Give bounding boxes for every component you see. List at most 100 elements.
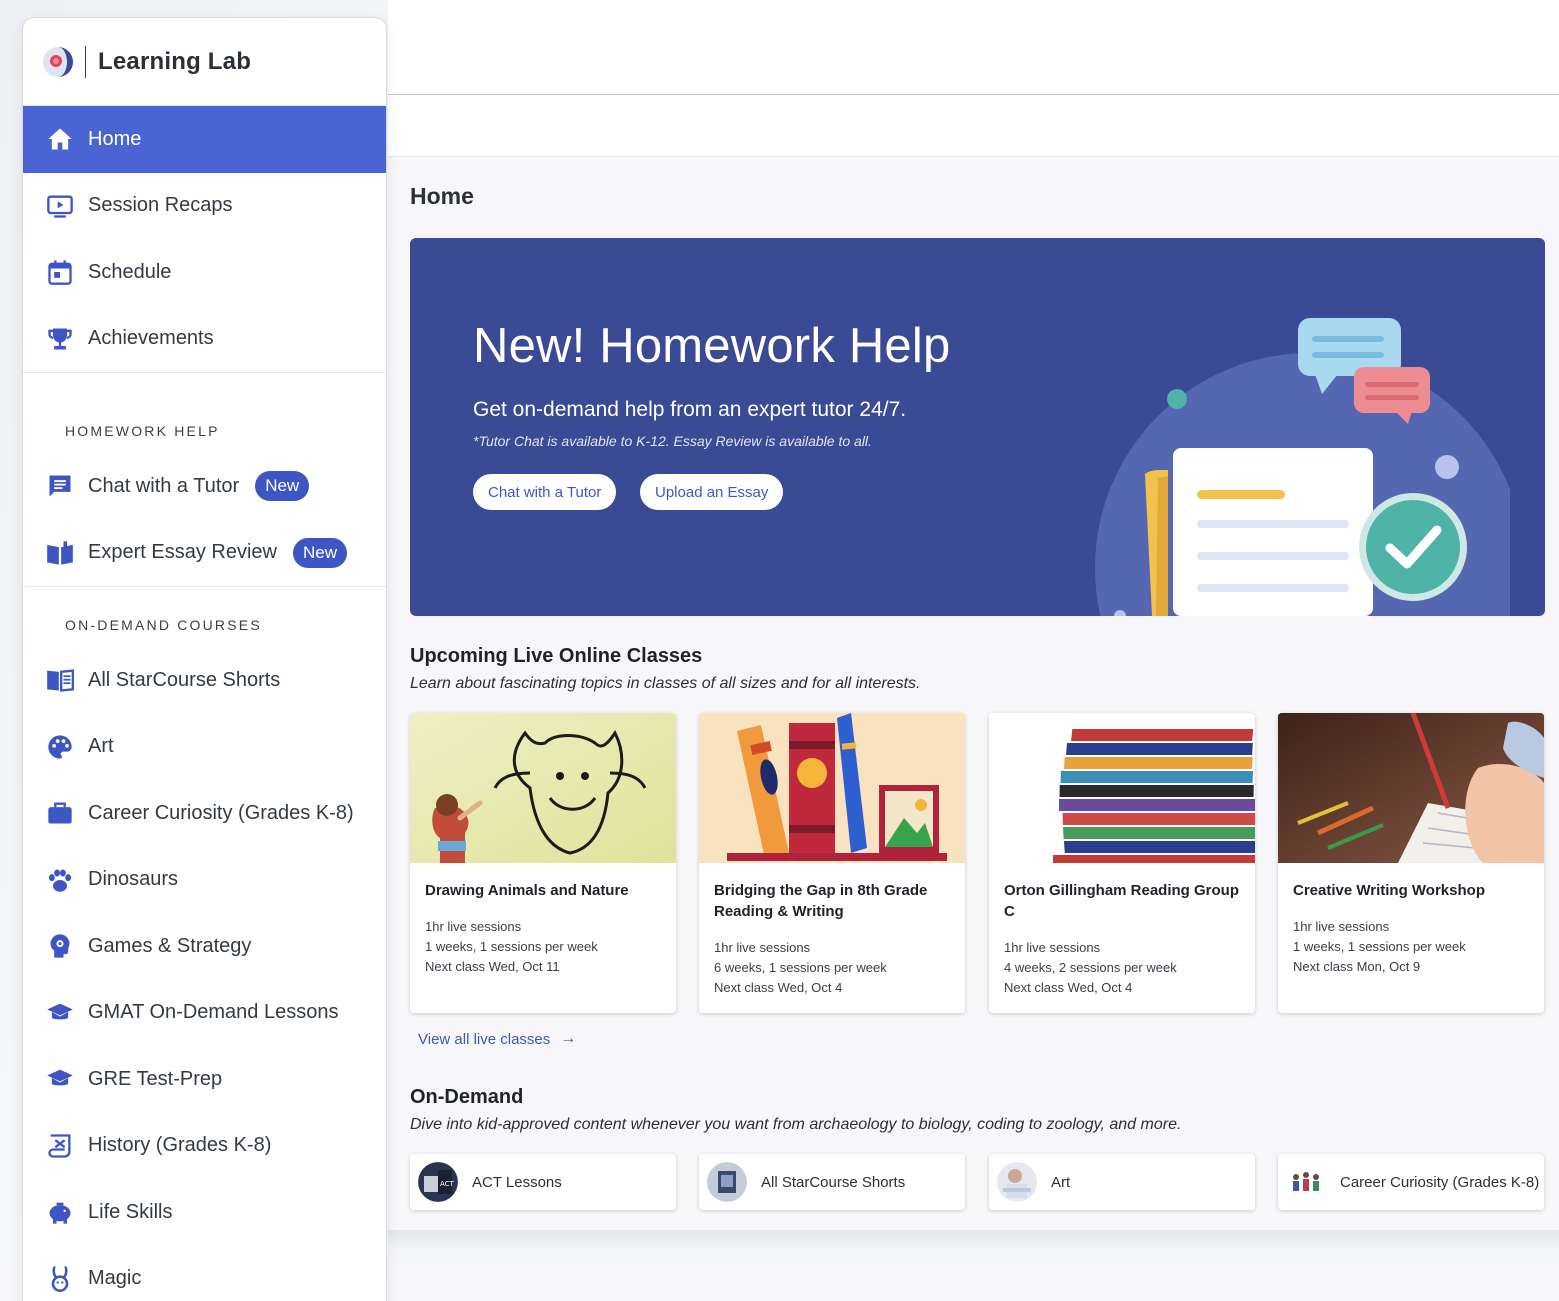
live-classes-description: Learn about fascinating topics in classe… — [410, 675, 921, 692]
class-card[interactable]: Orton Gillingham Reading Group C 1hr liv… — [989, 713, 1255, 1013]
course-label: Art — [1051, 1173, 1071, 1191]
nav-section-header-homework: HOMEWORK HELP — [65, 423, 220, 439]
home-icon — [45, 124, 75, 154]
class-frequency: 4 weeks, 2 sessions per week — [1004, 960, 1177, 975]
sidebar-item-gre[interactable]: GRE Test-Prep — [23, 1046, 386, 1113]
piggy-bank-icon — [45, 1197, 75, 1227]
sidebar-item-games-strategy[interactable]: Games & Strategy — [23, 913, 386, 980]
paw-icon — [45, 865, 75, 895]
sidebar-item-expert-essay-review[interactable]: Expert Essay Review New — [23, 520, 386, 587]
new-badge: New — [292, 537, 347, 568]
class-title: Creative Writing Workshop — [1293, 882, 1485, 899]
sidebar-item-schedule[interactable]: Schedule — [23, 239, 386, 306]
brand-header: Learning Lab — [23, 18, 386, 106]
class-frequency: 1 weeks, 1 sessions per week — [1293, 939, 1466, 954]
sidebar-item-career-curiosity[interactable]: Career Curiosity (Grades K-8) — [23, 780, 386, 847]
class-title: Orton Gillingham Reading Group C — [1004, 882, 1239, 920]
homework-help-banner: New! Homework Help Get on-demand help fr… — [410, 238, 1545, 616]
sidebar-item-achievements[interactable]: Achievements — [23, 306, 386, 373]
class-frequency: 6 weeks, 1 sessions per week — [714, 960, 887, 975]
sidebar-item-life-skills[interactable]: Life Skills — [23, 1179, 386, 1246]
class-next: Next class Wed, Oct 4 — [1004, 980, 1133, 995]
on-demand-card[interactable]: All StarCourse Shorts — [699, 1154, 965, 1210]
view-all-live-classes-link[interactable]: View all live classes → — [418, 1030, 576, 1048]
class-next: Next class Mon, Oct 9 — [1293, 959, 1421, 974]
class-image — [410, 713, 676, 863]
class-image — [1278, 713, 1544, 863]
trophy-icon — [45, 324, 75, 354]
open-book-icon — [45, 538, 75, 568]
on-demand-title: On-Demand — [410, 1086, 524, 1108]
class-image — [699, 713, 965, 863]
class-meta: 1hr live sessions 4 weeks, 2 sessions pe… — [989, 922, 1255, 998]
course-label: All StarCourse Shorts — [761, 1173, 906, 1191]
upload-an-essay-button[interactable]: Upload an Essay — [640, 474, 784, 510]
class-duration: 1hr live sessions — [1293, 919, 1390, 934]
sidebar-item-label: Achievements — [88, 327, 214, 350]
palette-icon — [45, 732, 75, 762]
class-card[interactable]: Creative Writing Workshop 1hr live sessi… — [1278, 713, 1544, 1013]
rabbit-icon — [45, 1264, 75, 1294]
class-meta: 1hr live sessions 1 weeks, 1 sessions pe… — [410, 901, 676, 977]
sidebar-item-art[interactable]: Art — [23, 714, 386, 781]
course-label: Career Curiosity (Grades K-8) — [1340, 1173, 1540, 1191]
sidebar-item-label: Chat with a Tutor — [88, 474, 240, 497]
class-duration: 1hr live sessions — [425, 919, 522, 934]
brand-name: Learning Lab — [98, 47, 252, 75]
sidebar-item-home[interactable]: Home — [23, 106, 386, 173]
class-frequency: 1 weeks, 1 sessions per week — [425, 939, 598, 954]
sidebar-item-label: Magic — [88, 1267, 142, 1290]
sidebar-item-label: GRE Test-Prep — [88, 1067, 223, 1090]
hero-note: *Tutor Chat is available to K-12. Essay … — [473, 433, 872, 449]
svg-text:ACT: ACT — [440, 1180, 455, 1188]
class-next: Next class Wed, Oct 11 — [425, 959, 560, 974]
top-header — [388, 0, 1559, 95]
chat-with-a-tutor-button[interactable]: Chat with a Tutor — [473, 474, 617, 510]
sidebar-item-history[interactable]: History (Grades K-8) — [23, 1113, 386, 1180]
class-card[interactable]: Bridging the Gap in 8th Grade Reading & … — [699, 713, 965, 1013]
class-duration: 1hr live sessions — [714, 940, 811, 955]
sidebar-item-dinosaurs[interactable]: Dinosaurs — [23, 847, 386, 914]
graduation-cap-icon — [45, 998, 75, 1028]
sidebar-item-label: Life Skills — [88, 1200, 173, 1223]
sidebar-item-label: Schedule — [88, 260, 172, 283]
on-demand-card[interactable]: Art — [989, 1154, 1255, 1210]
class-title: Drawing Animals and Nature — [425, 882, 629, 899]
class-image — [989, 713, 1255, 863]
sidebar-item-label: Session Recaps — [88, 194, 233, 217]
class-duration: 1hr live sessions — [1004, 940, 1101, 955]
course-thumbnail — [1286, 1162, 1326, 1202]
new-badge: New — [255, 471, 310, 502]
sidebar-item-label: Dinosaurs — [88, 868, 179, 891]
sidebar-item-gmat[interactable]: GMAT On-Demand Lessons — [23, 980, 386, 1047]
hero-title: New! Homework Help — [473, 319, 951, 373]
sidebar-item-label: All StarCourse Shorts — [88, 668, 281, 691]
sidebar-item-label: Career Curiosity (Grades K-8) — [88, 801, 354, 824]
sub-header — [388, 95, 1559, 157]
nav-section-header-courses: ON-DEMAND COURSES — [65, 617, 262, 633]
video-screen-icon — [45, 191, 75, 221]
arrow-right-icon: → — [560, 1030, 577, 1047]
brain-icon — [45, 931, 75, 961]
sidebar-item-label: Expert Essay Review — [88, 541, 277, 564]
homework-illustration — [1095, 318, 1510, 616]
briefcase-icon — [45, 798, 75, 828]
sidebar-item-label: GMAT On-Demand Lessons — [88, 1001, 339, 1024]
class-meta: 1hr live sessions 6 weeks, 1 sessions pe… — [699, 922, 965, 998]
on-demand-description: Dive into kid-approved content whenever … — [410, 1116, 1182, 1133]
graduation-cap-icon — [45, 1064, 75, 1094]
sidebar: Learning Lab Home Session Recaps Schedul… — [22, 17, 387, 1301]
on-demand-card[interactable]: ACT ACT Lessons — [410, 1154, 676, 1210]
hero-subtitle: Get on-demand help from an expert tutor … — [473, 398, 907, 421]
class-card[interactable]: Drawing Animals and Nature 1hr live sess… — [410, 713, 676, 1013]
view-all-label: View all live classes — [418, 1030, 551, 1048]
calendar-icon — [45, 257, 75, 287]
sidebar-item-magic[interactable]: Magic — [23, 1246, 386, 1301]
class-next: Next class Wed, Oct 4 — [714, 980, 843, 995]
class-meta: 1hr live sessions 1 weeks, 1 sessions pe… — [1278, 901, 1544, 977]
sidebar-item-label: Home — [88, 127, 142, 150]
sidebar-item-all-starcourse-shorts[interactable]: All StarCourse Shorts — [23, 647, 386, 714]
sidebar-item-session-recaps[interactable]: Session Recaps — [23, 173, 386, 240]
on-demand-card[interactable]: Career Curiosity (Grades K-8) — [1278, 1154, 1544, 1210]
sidebar-item-chat-with-a-tutor[interactable]: Chat with a Tutor New — [23, 453, 386, 520]
